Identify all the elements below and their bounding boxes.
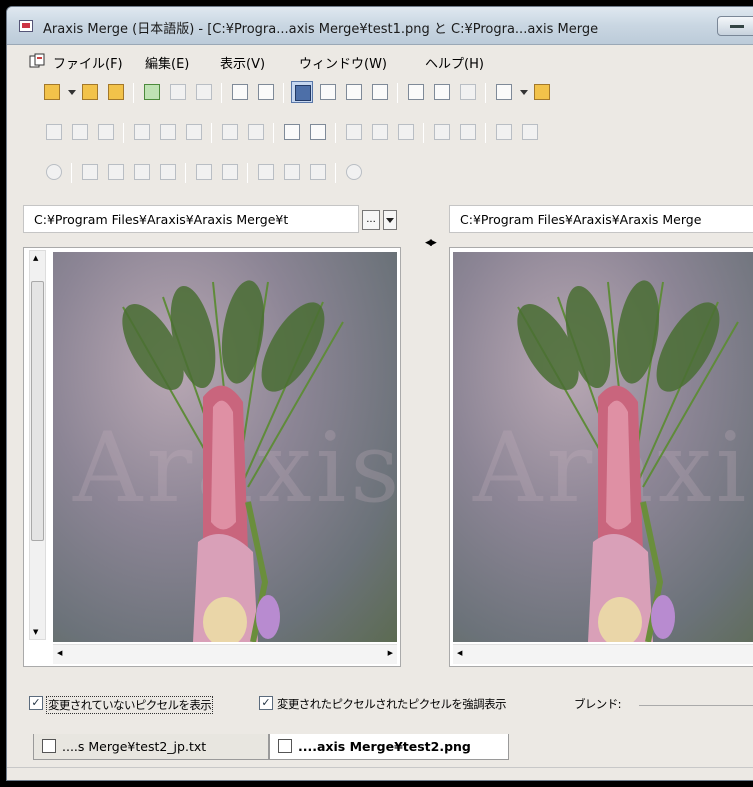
show-unchanged-label[interactable]: 変更されていないピクセルを表示 bbox=[46, 696, 214, 714]
sum-icon[interactable] bbox=[405, 81, 427, 103]
current-change-icon[interactable] bbox=[369, 121, 391, 143]
scroll-left-icon[interactable]: ◀ bbox=[57, 649, 62, 657]
left-vertical-scrollbar[interactable]: ▲ ▼ bbox=[29, 250, 46, 640]
image-options-bar: ✓ 変更されていないピクセルを表示 ✓ 変更されたピクセルされたピクセルを強調表… bbox=[29, 693, 753, 715]
menu-edit[interactable]: 編集(E) bbox=[145, 53, 189, 72]
minimize-button[interactable] bbox=[717, 16, 753, 36]
right-horizontal-scrollbar[interactable]: ◀ bbox=[453, 644, 753, 664]
right-image: Araxis bbox=[453, 252, 753, 642]
print-icon[interactable] bbox=[457, 81, 479, 103]
tab-label: ....axis Merge¥test2.png bbox=[298, 739, 471, 754]
collapse-all-icon[interactable] bbox=[105, 161, 127, 183]
last-change-icon[interactable] bbox=[307, 121, 329, 143]
menu-bar: ファイル(F) 編集(E) 表示(V) ウィンドウ(W) ヘルプ(H) bbox=[7, 48, 753, 74]
prev-bookmark-icon[interactable] bbox=[493, 121, 515, 143]
menu-view[interactable]: 表示(V) bbox=[220, 53, 265, 72]
blend-slider[interactable] bbox=[639, 705, 753, 706]
vertical-layout-icon[interactable] bbox=[369, 81, 391, 103]
report-icon[interactable] bbox=[431, 81, 453, 103]
open-folder-icon[interactable] bbox=[79, 81, 101, 103]
copy-icon[interactable] bbox=[157, 121, 179, 143]
insert-left-icon[interactable] bbox=[43, 121, 65, 143]
tab-test2-jp-txt[interactable]: ....s Merge¥test2_jp.txt bbox=[33, 734, 269, 760]
tab-label: ....s Merge¥test2_jp.txt bbox=[62, 739, 207, 754]
document-menu-icon[interactable] bbox=[29, 53, 45, 69]
three-way-compare-icon[interactable] bbox=[317, 81, 339, 103]
new-comparison-icon[interactable] bbox=[41, 81, 63, 103]
options-icon[interactable] bbox=[493, 81, 515, 103]
help-book-icon[interactable] bbox=[531, 81, 553, 103]
new-dropdown-icon[interactable] bbox=[68, 90, 76, 95]
stop-icon[interactable] bbox=[43, 161, 65, 183]
right-path-text: C:¥Program Files¥Araxis¥Araxis Merge bbox=[460, 212, 702, 227]
right-flower-image bbox=[517, 280, 739, 642]
synchronize-icon[interactable] bbox=[219, 161, 241, 183]
show-changed-icon[interactable] bbox=[131, 161, 153, 183]
right-path-field[interactable]: C:¥Program Files¥Araxis¥Araxis Merge bbox=[449, 205, 753, 233]
paste-icon[interactable] bbox=[183, 121, 205, 143]
first-change-icon[interactable] bbox=[281, 121, 303, 143]
prev-change-icon[interactable] bbox=[343, 121, 365, 143]
document-tabs: ....s Merge¥test2_jp.txt ....axis Merge¥… bbox=[7, 732, 753, 764]
menu-file[interactable]: ファイル(F) bbox=[53, 53, 123, 72]
clock-icon[interactable] bbox=[343, 161, 365, 183]
title-bar: Araxis Merge (日本語版) - [C:¥Progra...axis … bbox=[7, 7, 753, 45]
scroll-down-icon[interactable]: ▼ bbox=[33, 628, 38, 636]
toolbar-main bbox=[21, 77, 753, 107]
show-unchanged-icon[interactable] bbox=[157, 161, 179, 183]
open-file-icon[interactable] bbox=[105, 81, 127, 103]
show-unchanged-checkbox[interactable]: ✓ bbox=[29, 696, 43, 710]
image-document-icon bbox=[278, 739, 292, 753]
save-all-icon[interactable] bbox=[193, 81, 215, 103]
cut-icon[interactable] bbox=[131, 121, 153, 143]
expand-all-icon[interactable] bbox=[79, 161, 101, 183]
horizontal-layout-icon[interactable] bbox=[343, 81, 365, 103]
app-icon bbox=[19, 20, 33, 32]
highlight-changed-checkbox[interactable]: ✓ bbox=[259, 696, 273, 710]
left-path-text: C:¥Program Files¥Araxis¥Araxis Merge¥t bbox=[34, 212, 289, 227]
prev-conflict-icon[interactable] bbox=[431, 121, 453, 143]
scroll-left-icon[interactable]: ◀ bbox=[457, 649, 462, 657]
highlight-changed-label[interactable]: 変更されたピクセルされたピクセルを強調表示 bbox=[277, 696, 507, 712]
copy-left-icon[interactable] bbox=[229, 81, 251, 103]
two-way-compare-icon[interactable] bbox=[291, 81, 313, 103]
toolbar-folder bbox=[21, 157, 753, 187]
refresh-icon[interactable] bbox=[141, 81, 163, 103]
left-browse-button[interactable]: ... bbox=[362, 210, 380, 230]
copy-to-left-icon[interactable] bbox=[255, 161, 277, 183]
left-scroll-thumb[interactable] bbox=[31, 281, 44, 541]
blend-label: ブレンド: bbox=[574, 697, 621, 711]
save-icon[interactable] bbox=[167, 81, 189, 103]
menu-window[interactable]: ウィンドウ(W) bbox=[299, 53, 387, 72]
undo-icon[interactable] bbox=[219, 121, 241, 143]
left-flower-image bbox=[122, 280, 344, 642]
left-image: Araxis bbox=[53, 252, 397, 642]
open-comparison-icon[interactable] bbox=[193, 161, 215, 183]
left-path-field[interactable]: C:¥Program Files¥Araxis¥Araxis Merge¥t bbox=[23, 205, 359, 233]
window-title: Araxis Merge (日本語版) - [C:¥Progra...axis … bbox=[43, 22, 599, 37]
status-bar bbox=[7, 767, 753, 780]
scroll-up-icon[interactable]: ▲ bbox=[33, 254, 38, 262]
delete-icon[interactable] bbox=[307, 161, 329, 183]
scroll-right-icon[interactable]: ▶ bbox=[388, 649, 393, 657]
options-dropdown-icon[interactable] bbox=[520, 90, 528, 95]
text-document-icon bbox=[42, 739, 56, 753]
menu-help[interactable]: ヘルプ(H) bbox=[425, 53, 484, 72]
next-conflict-icon[interactable] bbox=[457, 121, 479, 143]
toolbar-edit bbox=[21, 117, 753, 147]
redo-icon[interactable] bbox=[245, 121, 267, 143]
next-change-icon[interactable] bbox=[395, 121, 417, 143]
next-bookmark-icon[interactable] bbox=[519, 121, 541, 143]
swap-arrows-icon[interactable]: ◀▶ bbox=[425, 238, 437, 248]
merge-icon[interactable] bbox=[95, 121, 117, 143]
left-horizontal-scrollbar[interactable]: ◀ ▶ bbox=[53, 644, 397, 664]
tab-test2-png[interactable]: ....axis Merge¥test2.png bbox=[269, 734, 509, 760]
app-window: Araxis Merge (日本語版) - [C:¥Progra...axis … bbox=[6, 6, 753, 781]
insert-right-icon[interactable] bbox=[69, 121, 91, 143]
left-path-dropdown[interactable] bbox=[383, 210, 397, 230]
copy-right-icon[interactable] bbox=[255, 81, 277, 103]
copy-to-right-icon[interactable] bbox=[281, 161, 303, 183]
